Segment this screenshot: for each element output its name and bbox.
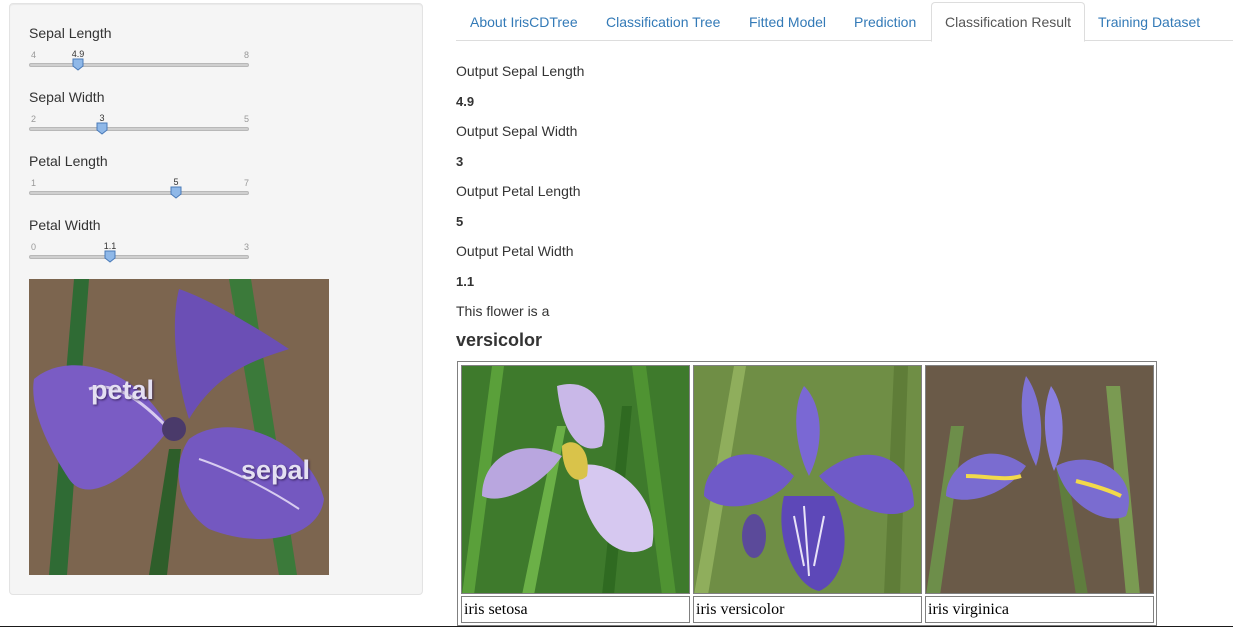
- slider-label: Sepal Width: [29, 89, 105, 105]
- slider-label: Sepal Length: [29, 25, 112, 41]
- slider-min: 0: [31, 242, 37, 252]
- output-petal-width-value: 1.1: [456, 274, 475, 289]
- slider-handle[interactable]: [170, 186, 182, 199]
- slider-min: 4: [31, 50, 37, 60]
- slider-track[interactable]: [29, 191, 249, 195]
- iris-setosa-caption: iris setosa: [461, 596, 690, 623]
- output-sepal-width-value: 3: [456, 154, 464, 169]
- slider-min: 2: [31, 114, 37, 124]
- predicted-species: versicolor: [456, 330, 543, 350]
- slider-handle[interactable]: [96, 122, 108, 135]
- output-petal-length-label: Output Petal Length: [456, 183, 581, 199]
- slider-track[interactable]: [29, 255, 249, 259]
- tab-classification-result[interactable]: Classification Result: [931, 2, 1086, 42]
- slider-track[interactable]: [29, 63, 249, 67]
- iris-versicolor-image: [693, 365, 922, 594]
- slider-min: 1: [31, 178, 37, 188]
- slider-max: 3: [243, 242, 249, 252]
- tab-training-dataset[interactable]: Training Dataset: [1084, 2, 1214, 41]
- slider-handle[interactable]: [104, 250, 116, 263]
- result-statement: This flower is a: [456, 303, 550, 319]
- tab-fitted-model[interactable]: Fitted Model: [735, 2, 840, 41]
- slider-max: 8: [243, 50, 249, 60]
- photo-label-petal: petal: [91, 375, 155, 405]
- iris-anatomy-photo: petal sepal: [29, 279, 329, 575]
- main-panel: About IrisCDTree Classification Tree Fit…: [456, 0, 1233, 627]
- output-sepal-width-label: Output Sepal Width: [456, 123, 578, 139]
- slider-handle[interactable]: [72, 58, 84, 71]
- tab-prediction[interactable]: Prediction: [840, 2, 930, 41]
- tab-classification-tree[interactable]: Classification Tree: [592, 2, 734, 41]
- iris-setosa-image: [461, 365, 690, 594]
- slider-label: Petal Length: [29, 153, 108, 169]
- output-sepal-length-value: 4.9: [456, 94, 475, 109]
- iris-virginica-image: [925, 365, 1154, 594]
- output-petal-length-value: 5: [456, 214, 464, 229]
- output-petal-width-label: Output Petal Width: [456, 243, 574, 259]
- slider-max: 5: [243, 114, 249, 124]
- iris-species-table: iris setosa iris versicolor iris virgini…: [457, 361, 1157, 626]
- input-sidebar: Sepal Length 4 8 4.9 Sepal Width 2 5 3 P…: [9, 3, 423, 595]
- slider-label: Petal Width: [29, 217, 101, 233]
- slider-max: 7: [243, 178, 249, 188]
- photo-label-sepal: sepal: [241, 455, 311, 485]
- tab-bar: About IrisCDTree Classification Tree Fit…: [456, 2, 1233, 42]
- iris-virginica-caption: iris virginica: [925, 596, 1154, 623]
- tab-about[interactable]: About IrisCDTree: [456, 2, 592, 41]
- slider-track[interactable]: [29, 127, 249, 131]
- iris-versicolor-caption: iris versicolor: [693, 596, 922, 623]
- output-sepal-length-label: Output Sepal Length: [456, 63, 585, 79]
